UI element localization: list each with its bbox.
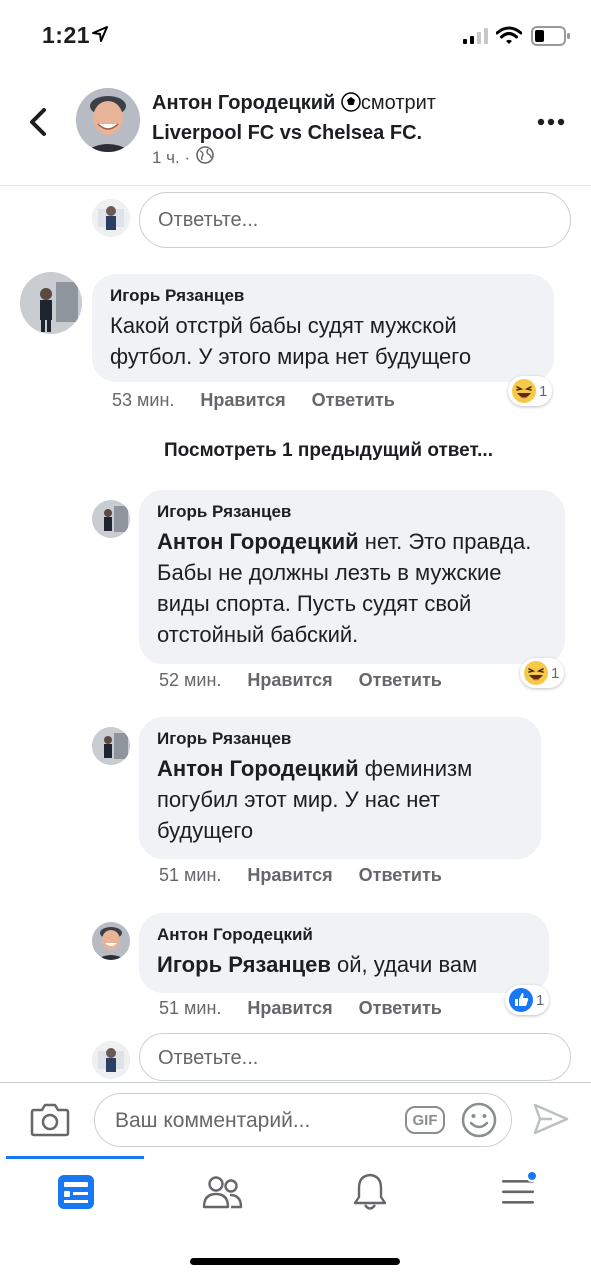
bell-icon: [353, 1173, 387, 1210]
post-title: Антон Городецкий смотрит Liverpool FC vs…: [152, 92, 436, 144]
reaction-count: 1: [539, 382, 548, 400]
reaction-badge[interactable]: 1: [505, 985, 550, 1015]
soccer-ball-icon: [341, 92, 361, 120]
reply-author[interactable]: Игорь Рязанцев: [157, 729, 523, 749]
haha-reaction-icon: [524, 661, 548, 685]
reply-button[interactable]: Ответить: [359, 998, 442, 1019]
post-meta: 1 ч. ·: [152, 146, 214, 169]
author-avatar[interactable]: [76, 88, 140, 152]
reply-bubble: Антон Городецкий Игорь Рязанцев ой, удач…: [139, 913, 549, 993]
tab-news-feed[interactable]: [52, 1170, 100, 1214]
comment-composer: Ваш комментарий... GIF: [0, 1082, 591, 1156]
comment-time: 53 мин.: [112, 390, 175, 410]
reply-author[interactable]: Игорь Рязанцев: [157, 502, 547, 522]
mention-link[interactable]: Антон Городецкий: [157, 529, 359, 554]
reaction-count: 1: [536, 991, 545, 1009]
like-button[interactable]: Нравится: [247, 865, 332, 886]
active-tab-indicator: [6, 1156, 144, 1159]
comment-actions: 53 мин. Нравится Ответить: [112, 390, 395, 411]
news-feed-icon: [58, 1175, 94, 1209]
cellular-signal-icon: [463, 28, 489, 49]
activity-text: смотрит: [360, 92, 436, 114]
like-button[interactable]: Нравится: [247, 998, 332, 1019]
reply-text: Антон Городецкий феминизм погубил этот м…: [157, 753, 523, 846]
reply-actions: 52 мин. Нравится Ответить: [159, 670, 442, 691]
emoji-button[interactable]: [461, 1102, 497, 1143]
status-time: 1:21: [42, 22, 91, 48]
home-indicator: [190, 1258, 400, 1265]
more-dots-icon: [537, 118, 565, 126]
commenter-avatar[interactable]: [20, 272, 82, 334]
globe-icon: [196, 146, 214, 169]
reply-placeholder: Ответьте...: [158, 1047, 259, 1069]
send-button[interactable]: [532, 1102, 570, 1141]
reply-time: 51 мин.: [159, 998, 222, 1018]
match-name[interactable]: Liverpool FC vs Chelsea FC: [152, 122, 417, 144]
reply-placeholder: Ответьте...: [158, 209, 259, 231]
comment-placeholder: Ваш комментарий...: [115, 1109, 311, 1132]
reply-text: Игорь Рязанцев ой, удачи вам: [157, 949, 531, 980]
like-reaction-icon: [509, 988, 533, 1012]
comment-author[interactable]: Игорь Рязанцев: [110, 286, 536, 306]
reply-input-bottom[interactable]: Ответьте...: [139, 1033, 571, 1081]
user-avatar: [92, 1041, 130, 1079]
tab-notifications[interactable]: [346, 1170, 394, 1214]
reply-button[interactable]: Ответить: [359, 670, 442, 691]
reaction-badge[interactable]: 1: [508, 376, 553, 406]
reply-text: Антон Городецкий нет. Это правда. Бабы н…: [157, 526, 547, 650]
menu-notification-dot: [526, 1170, 538, 1182]
view-previous-replies-link[interactable]: Посмотреть 1 предыдущий ответ...: [164, 440, 493, 462]
reply-input-top[interactable]: Ответьте...: [139, 192, 571, 248]
reply-avatar[interactable]: [92, 727, 130, 765]
author-name[interactable]: Антон Городецкий: [152, 92, 335, 114]
status-bar: 1:21: [0, 0, 591, 72]
tab-bar: [0, 1156, 591, 1232]
mention-link[interactable]: Антон Городецкий: [157, 756, 359, 781]
wifi-icon: [495, 26, 523, 51]
camera-icon: [30, 1103, 70, 1137]
battery-icon: [531, 26, 571, 51]
haha-reaction-icon: [512, 379, 536, 403]
back-button[interactable]: [22, 102, 54, 142]
reply-time: 52 мин.: [159, 670, 222, 690]
mention-link[interactable]: Игорь Рязанцев: [157, 952, 331, 977]
emoji-icon: [461, 1102, 497, 1138]
like-button[interactable]: Нравится: [200, 390, 285, 411]
reply-actions: 51 мин. Нравится Ответить: [159, 998, 442, 1019]
comment-bubble: Игорь Рязанцев Какой отстрй бабы судят м…: [92, 274, 554, 382]
comment-text: Какой отстрй бабы судят мужской футбол. …: [110, 313, 472, 369]
post-time: 1 ч. ·: [152, 147, 191, 167]
post-header: Антон Городецкий смотрит Liverpool FC vs…: [0, 78, 591, 186]
chevron-left-icon: [30, 108, 46, 136]
send-icon: [533, 1103, 569, 1135]
reply-bubble: Игорь Рязанцев Антон Городецкий феминизм…: [139, 717, 541, 859]
user-avatar: [92, 199, 130, 237]
reply-body: ой, удачи вам: [330, 952, 478, 977]
reaction-badge[interactable]: 1: [520, 658, 565, 688]
reply-actions: 51 мин. Нравится Ответить: [159, 865, 442, 886]
location-arrow-icon: [92, 26, 108, 47]
like-button[interactable]: Нравится: [247, 670, 332, 691]
reply-author[interactable]: Антон Городецкий: [157, 925, 531, 945]
friends-icon: [202, 1176, 243, 1209]
tab-menu[interactable]: [494, 1170, 542, 1214]
camera-button[interactable]: [30, 1101, 70, 1142]
reply-time: 51 мин.: [159, 865, 222, 885]
tab-friends[interactable]: [198, 1170, 246, 1214]
reply-avatar[interactable]: [92, 500, 130, 538]
more-options-button[interactable]: [535, 112, 567, 132]
comment-input[interactable]: Ваш комментарий... GIF: [94, 1093, 512, 1147]
reply-bubble: Игорь Рязанцев Антон Городецкий нет. Это…: [139, 490, 565, 664]
reply-avatar[interactable]: [92, 922, 130, 960]
reply-button[interactable]: Ответить: [312, 390, 395, 411]
reply-button[interactable]: Ответить: [359, 865, 442, 886]
reaction-count: 1: [551, 664, 560, 682]
gif-button[interactable]: GIF: [405, 1106, 445, 1134]
